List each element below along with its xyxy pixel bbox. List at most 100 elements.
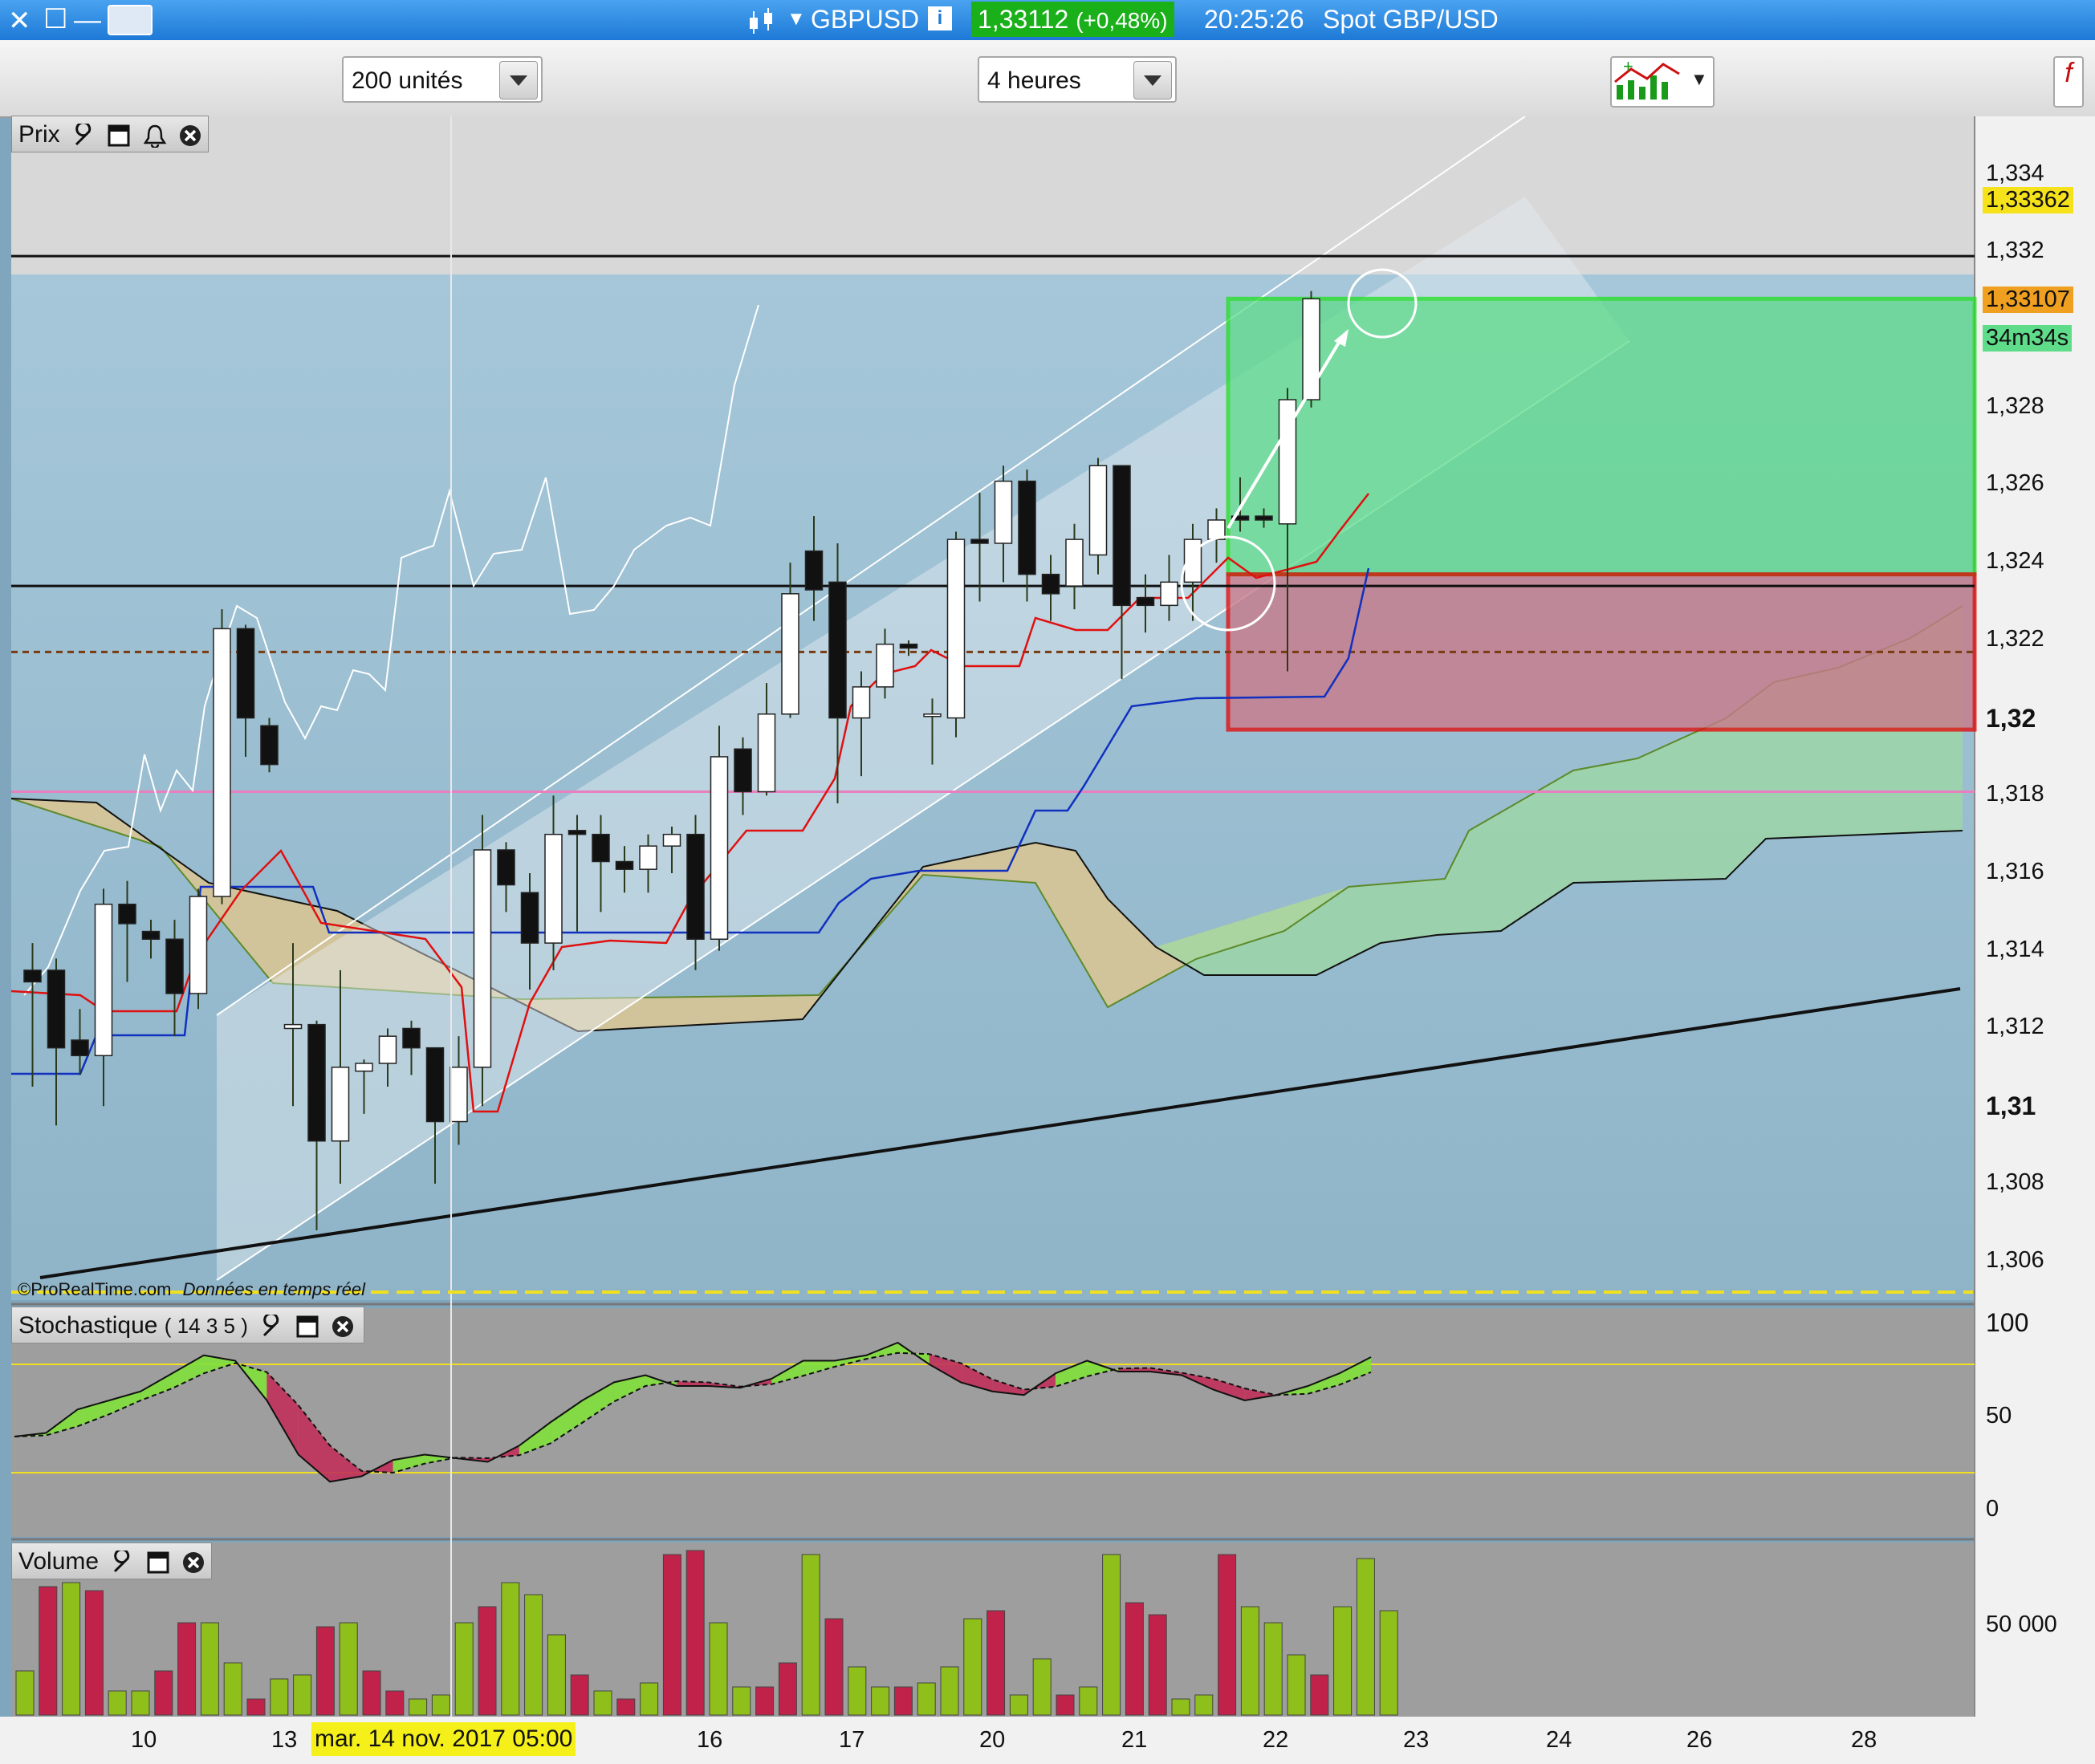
wrench-icon[interactable] [71, 124, 96, 148]
maximize-window-icon[interactable]: ☐ [43, 3, 67, 35]
candle-body[interactable] [994, 480, 1013, 544]
volume-bar[interactable] [524, 1594, 543, 1716]
volume-bar[interactable] [223, 1662, 242, 1716]
candle-body[interactable] [355, 1063, 373, 1072]
bell-icon[interactable] [143, 124, 167, 148]
candle-body[interactable] [592, 833, 610, 863]
candle-body[interactable] [615, 860, 634, 870]
candle-body[interactable] [946, 539, 966, 719]
volume-bar[interactable] [478, 1606, 497, 1716]
minimize-window-icon[interactable]: — [74, 5, 101, 36]
volume-bar[interactable] [963, 1618, 982, 1716]
volume-bar[interactable] [1263, 1622, 1283, 1716]
chevron-down-icon[interactable]: ▼ [1690, 69, 1708, 90]
volume-bar[interactable] [570, 1674, 589, 1716]
timeframe-select[interactable]: 4 heures [978, 56, 1177, 103]
symbol-label[interactable]: GBPUSD [811, 5, 919, 35]
volume-bar[interactable] [501, 1582, 520, 1716]
volume-bar[interactable] [732, 1686, 751, 1716]
volume-bar[interactable] [1009, 1694, 1028, 1716]
volume-bar[interactable] [1287, 1654, 1306, 1716]
candle-body[interactable] [1136, 596, 1155, 607]
volume-bar[interactable] [709, 1622, 728, 1716]
candle-body[interactable] [331, 1067, 350, 1142]
close-icon[interactable] [331, 1315, 355, 1339]
close-icon[interactable] [181, 1551, 205, 1575]
candle-body[interactable] [662, 833, 681, 847]
candle-body[interactable] [686, 833, 705, 940]
chart-canvas[interactable] [0, 116, 2095, 1764]
formula-icon[interactable]: f [2053, 56, 2084, 108]
volume-bar[interactable] [893, 1686, 913, 1716]
candle-body[interactable] [1018, 480, 1036, 575]
candle-body[interactable] [710, 756, 729, 940]
info-icon[interactable]: i [928, 6, 952, 30]
candle-body[interactable] [213, 628, 231, 897]
volume-bar[interactable] [431, 1694, 450, 1716]
volume-bar[interactable] [986, 1610, 1006, 1716]
volume-bar[interactable] [755, 1686, 775, 1716]
volume-bar[interactable] [177, 1622, 197, 1716]
volume-bar[interactable] [62, 1582, 81, 1716]
candle-body[interactable] [1113, 465, 1131, 607]
candle-body[interactable] [1255, 515, 1273, 521]
volume-bar[interactable] [824, 1618, 844, 1716]
candle-body[interactable] [260, 725, 279, 766]
keyboard-icon[interactable] [108, 5, 153, 35]
candle-body[interactable] [1065, 539, 1084, 587]
candle-body[interactable] [307, 1023, 326, 1142]
close-window-icon[interactable]: ✕ [8, 5, 31, 37]
volume-bar[interactable] [1356, 1558, 1375, 1716]
volume-bar[interactable] [1171, 1698, 1190, 1716]
volume-bar[interactable] [1056, 1694, 1075, 1716]
volume-bar[interactable] [200, 1622, 219, 1716]
candle-body[interactable] [567, 830, 587, 835]
candle-body[interactable] [402, 1027, 421, 1049]
wrench-icon[interactable] [259, 1315, 283, 1339]
volume-bar[interactable] [385, 1690, 405, 1716]
volume-bar[interactable] [1379, 1610, 1398, 1716]
volume-bar[interactable] [315, 1626, 335, 1716]
candle-body[interactable] [1041, 573, 1060, 595]
candle-body[interactable] [876, 643, 894, 688]
window-icon[interactable] [107, 124, 131, 148]
close-icon[interactable] [178, 124, 202, 148]
candle-body[interactable] [734, 748, 752, 793]
candle-body[interactable] [425, 1047, 445, 1123]
units-select[interactable]: 200 unités [342, 56, 543, 103]
candle-body[interactable] [236, 628, 255, 719]
candle-body[interactable] [283, 1023, 303, 1030]
candle-body[interactable] [473, 849, 492, 1068]
volume-bar[interactable] [801, 1554, 820, 1716]
volume-bar[interactable] [1125, 1602, 1144, 1716]
candle-body[interactable] [544, 833, 563, 944]
candle-body[interactable] [1302, 298, 1320, 400]
candle-body[interactable] [757, 713, 776, 793]
volume-bar[interactable] [39, 1586, 58, 1716]
volume-bar[interactable] [293, 1674, 312, 1716]
candle-body[interactable] [639, 845, 657, 870]
wrench-icon[interactable] [110, 1551, 134, 1575]
volume-bar[interactable] [1194, 1694, 1214, 1716]
volume-bar[interactable] [593, 1690, 612, 1716]
chevron-down-icon[interactable]: ▼ [787, 8, 806, 30]
chevron-down-icon[interactable] [1133, 61, 1172, 100]
candle-body[interactable] [118, 903, 136, 925]
volume-bar[interactable] [917, 1682, 936, 1716]
volume-bar[interactable] [362, 1670, 381, 1716]
volume-bar[interactable] [1333, 1606, 1353, 1716]
chevron-down-icon[interactable] [499, 61, 538, 100]
volume-bar[interactable] [1032, 1658, 1052, 1716]
candle-body[interactable] [141, 930, 161, 940]
volume-bar[interactable] [339, 1622, 358, 1716]
candle-body[interactable] [378, 1035, 397, 1064]
candle-body[interactable] [497, 849, 515, 886]
candle-body[interactable] [804, 550, 824, 591]
volume-bar[interactable] [1148, 1614, 1167, 1716]
candle-body[interactable] [899, 643, 918, 649]
candle-body[interactable] [165, 938, 184, 994]
volume-bar[interactable] [270, 1678, 289, 1716]
volume-bar[interactable] [940, 1666, 959, 1716]
candle-body[interactable] [1088, 465, 1108, 556]
volume-bar[interactable] [1218, 1554, 1237, 1716]
